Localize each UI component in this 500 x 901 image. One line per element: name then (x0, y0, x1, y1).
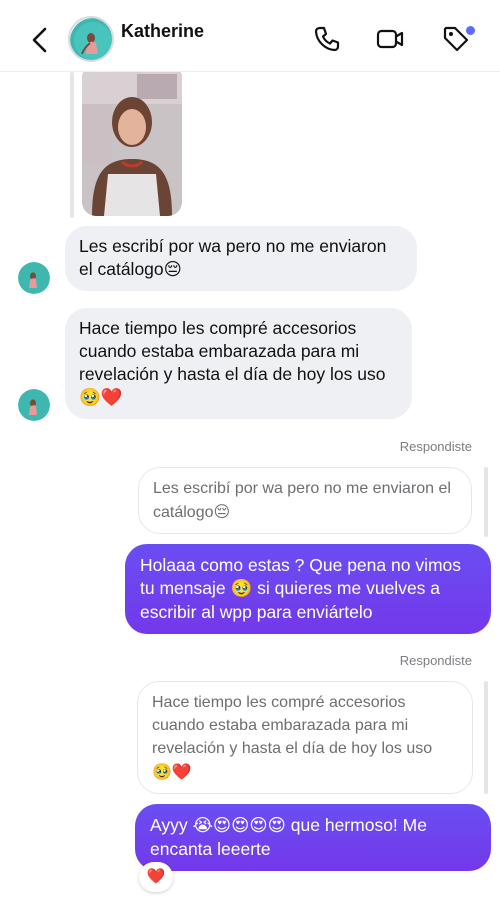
emoji-group: 🥹❤️ (152, 762, 192, 781)
pensive-emoji: 😔 (163, 260, 182, 280)
reply-indicator-bar (70, 72, 74, 218)
quoted-message[interactable]: Hace tiempo les compré accesorios cuando… (137, 681, 473, 794)
pleading-emoji: 🥹 (230, 579, 253, 599)
outgoing-message[interactable]: Ayyy 😭😍😍😍😍 que hermoso! Me encanta leeer… (135, 804, 491, 871)
chat-header: Katherine (0, 0, 500, 72)
avatar[interactable] (68, 16, 114, 62)
quoted-text: Hace tiempo les compré accesorios cuando… (152, 694, 433, 757)
notification-dot (466, 26, 475, 35)
emoji-group: 🥹❤️ (79, 388, 123, 408)
emoji-group: 😭😍😍😍😍 (192, 816, 286, 836)
phone-icon[interactable] (312, 24, 342, 54)
incoming-message[interactable]: Hace tiempo les compré accesorios cuando… (65, 308, 412, 419)
message-text: Ayyy (150, 815, 188, 835)
reply-indicator-bar (484, 681, 488, 794)
heart-reaction[interactable]: ❤️ (139, 862, 173, 892)
pensive-emoji: 😔 (213, 502, 231, 521)
message-text: Les escribí por wa pero no me enviaron e… (79, 236, 387, 279)
back-chevron-icon[interactable] (24, 24, 56, 56)
avatar[interactable] (18, 262, 50, 294)
shared-photo-message[interactable] (70, 64, 185, 218)
contact-name[interactable]: Katherine (121, 21, 204, 42)
replied-label: Respondiste (399, 653, 472, 668)
avatar[interactable] (18, 389, 50, 421)
quoted-message[interactable]: Les escribí por wa pero no me enviaron e… (138, 467, 472, 534)
reply-indicator-bar (484, 467, 488, 537)
video-camera-icon[interactable] (375, 24, 405, 54)
outgoing-message[interactable]: Holaaa como estas ? Que pena no vimos tu… (125, 544, 491, 634)
quoted-text: Les escribí por wa pero no me enviaron e… (153, 480, 451, 521)
photo-thumbnail[interactable] (82, 64, 182, 216)
incoming-message[interactable]: Les escribí por wa pero no me enviaron e… (65, 226, 417, 291)
replied-label: Respondiste (399, 439, 472, 454)
message-text: Hace tiempo les compré accesorios cuando… (79, 318, 386, 384)
